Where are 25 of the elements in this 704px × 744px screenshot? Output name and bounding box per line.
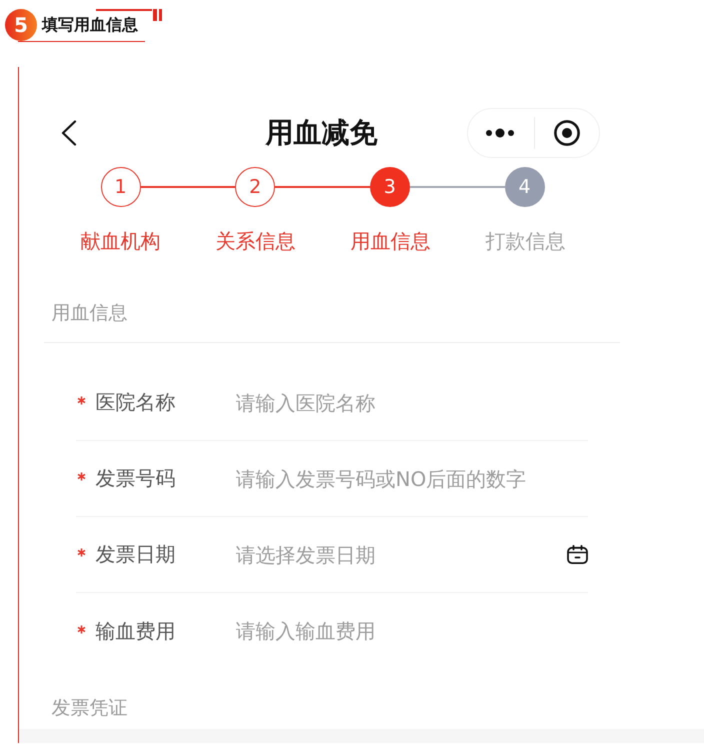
field-label: 发票号码	[96, 465, 176, 492]
text-input[interactable]: 请输入发票号码或NO后面的数字	[236, 464, 588, 494]
section-heading: 填写用血信息	[42, 14, 138, 36]
step-circle: 2	[235, 167, 276, 207]
section-title: 用血信息	[50, 301, 128, 326]
section-title: 发票凭证	[50, 696, 128, 721]
field-label: 医院名称	[96, 389, 176, 416]
date-input[interactable]: 请选择发票日期	[236, 540, 566, 570]
more-icon[interactable]	[486, 128, 514, 138]
step-circle: 3	[370, 167, 410, 207]
step-label: 关系信息	[216, 228, 296, 255]
field-label: 发票日期	[96, 541, 176, 568]
step-label: 献血机构	[80, 228, 160, 255]
field-label: 输血费用	[96, 618, 176, 644]
step-badge: 5	[5, 9, 37, 41]
step-label: 打款信息	[486, 228, 566, 255]
text-input[interactable]: 请输入医院名称	[236, 388, 588, 418]
target-icon[interactable]	[554, 120, 580, 146]
calendar-icon[interactable]	[566, 545, 588, 564]
back-icon[interactable]	[60, 120, 76, 146]
step-circle: 4	[504, 167, 545, 207]
page-title: 用血减免	[266, 115, 378, 151]
step-label: 用血信息	[350, 228, 430, 255]
step-circle: 1	[100, 167, 140, 207]
text-input[interactable]: 请输入输血费用	[236, 616, 588, 646]
